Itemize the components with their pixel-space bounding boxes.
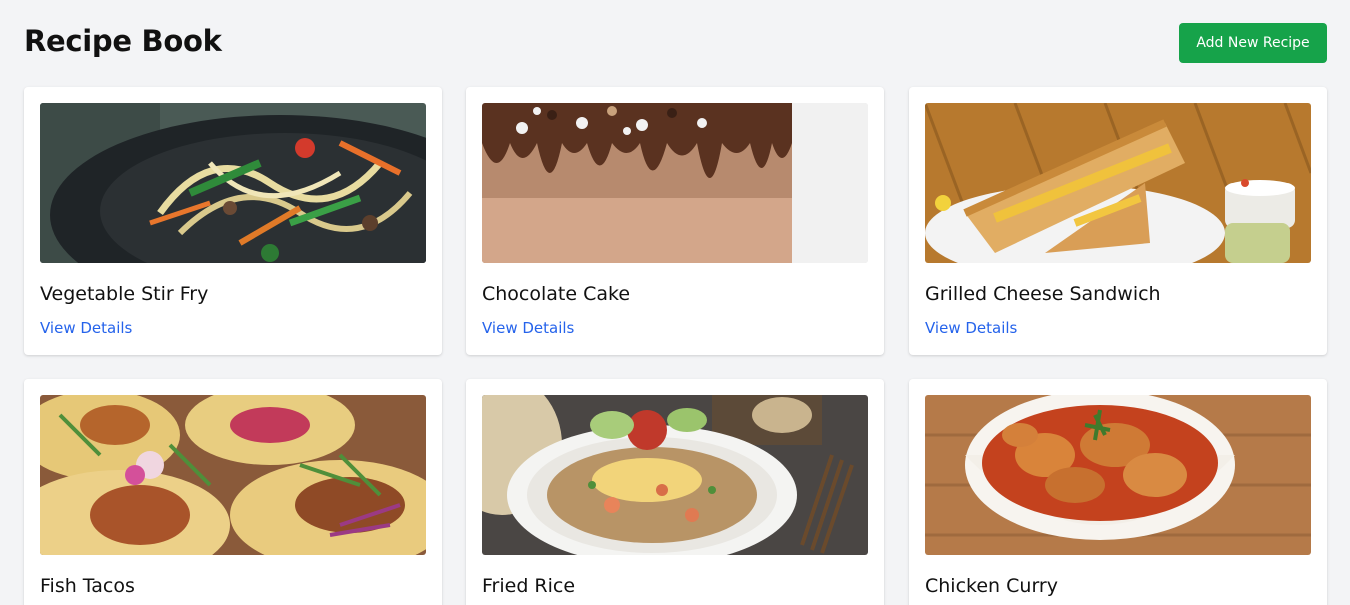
recipe-image[interactable] <box>482 395 868 555</box>
recipe-image[interactable] <box>925 395 1311 555</box>
add-new-recipe-button[interactable]: Add New Recipe <box>1179 23 1327 63</box>
recipe-name: Grilled Cheese Sandwich <box>925 283 1161 305</box>
recipe-image[interactable] <box>40 395 426 555</box>
recipe-name: Fish Tacos <box>40 575 135 597</box>
recipe-image[interactable] <box>925 103 1311 263</box>
recipe-card: Chicken Curry <box>909 379 1327 605</box>
recipe-book-page: Recipe Book Add New Recipe Vegetable Sti… <box>0 0 1350 605</box>
view-details-link[interactable]: View Details <box>925 319 1017 337</box>
recipe-name: Chocolate Cake <box>482 283 631 305</box>
recipe-card: Chocolate Cake View Details <box>466 87 884 355</box>
recipe-name: Chicken Curry <box>925 575 1058 597</box>
recipe-image[interactable] <box>482 103 868 263</box>
recipe-image[interactable] <box>40 103 426 263</box>
recipe-card: Fish Tacos <box>24 379 442 605</box>
recipe-card: Fried Rice <box>466 379 884 605</box>
page-title: Recipe Book <box>24 24 222 58</box>
view-details-link[interactable]: View Details <box>482 319 574 337</box>
recipe-name: Vegetable Stir Fry <box>40 283 209 305</box>
recipe-name: Fried Rice <box>482 575 576 597</box>
recipe-card: Grilled Cheese Sandwich View Details <box>909 87 1327 355</box>
recipe-card: Vegetable Stir Fry View Details <box>24 87 442 355</box>
view-details-link[interactable]: View Details <box>40 319 132 337</box>
